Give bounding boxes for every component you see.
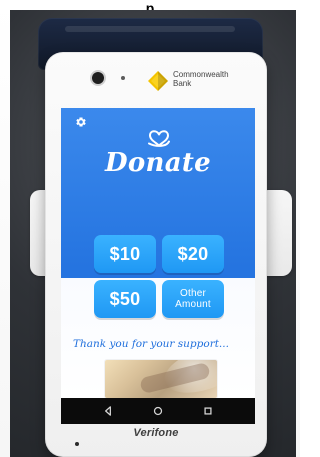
donate-10-button[interactable]: $10	[94, 235, 156, 273]
terminal-screen: Donate $10 $20 $50 Other Amount Thank yo…	[61, 108, 255, 398]
camera-icon	[92, 72, 104, 84]
donate-20-label: $20	[177, 243, 209, 264]
device-dot-icon	[75, 442, 79, 446]
donate-title: Donate	[105, 148, 211, 178]
other-amount-label: Other Amount	[175, 288, 211, 310]
bank-name-line-2: Bank	[173, 79, 192, 88]
donate-10-label: $10	[109, 243, 141, 264]
bank-logo-icon	[148, 71, 168, 91]
device-brand: Verifone	[133, 427, 179, 439]
bank-name-line-1: Commonwealth	[173, 70, 229, 79]
sensor-icon	[121, 76, 125, 80]
recent-square-icon[interactable]	[201, 404, 215, 418]
payment-terminal: Commonwealth Bank Donate $10 $20 $50 Oth…	[45, 52, 267, 457]
back-triangle-icon[interactable]	[101, 404, 115, 418]
gear-icon[interactable]	[75, 116, 87, 128]
other-amount-button[interactable]: Other Amount	[162, 280, 224, 318]
donate-20-button[interactable]: $20	[162, 235, 224, 273]
other-amount-line-1: Other	[179, 288, 206, 299]
donate-50-button[interactable]: $50	[94, 280, 156, 318]
photo-scene: p Commonwealth Bank Donate $10 $20 $50 O…	[0, 0, 300, 457]
android-nav-bar	[61, 398, 255, 424]
cradle-highlight	[65, 26, 235, 32]
home-circle-icon[interactable]	[151, 404, 165, 418]
bank-name: Commonwealth Bank	[173, 70, 263, 88]
donate-50-label: $50	[109, 288, 141, 309]
promo-image	[105, 360, 217, 398]
thank-you-message: Thank you for your support...	[73, 338, 229, 350]
heart-hand-icon	[148, 130, 170, 147]
other-amount-line-2: Amount	[175, 299, 211, 310]
